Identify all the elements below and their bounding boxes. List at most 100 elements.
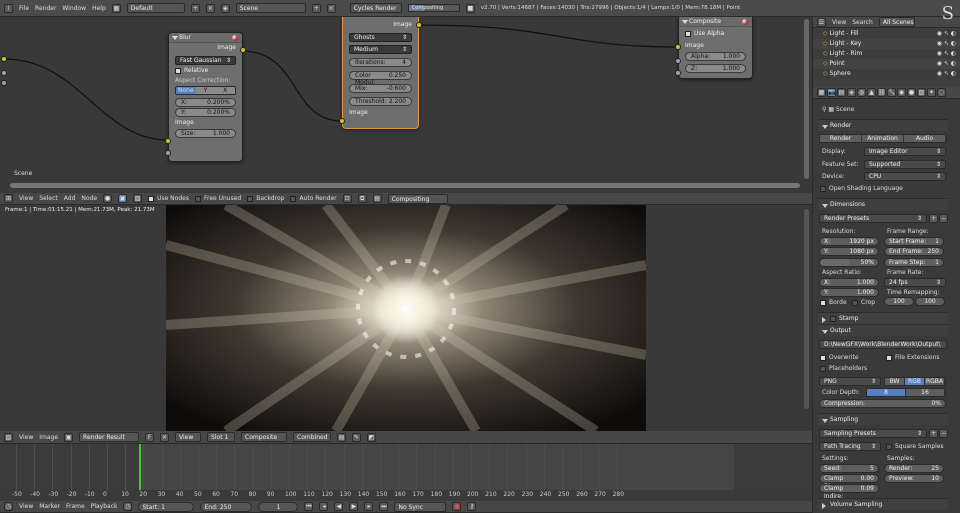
layout-add-icon[interactable]: +	[190, 3, 200, 13]
menu-select[interactable]: Select	[39, 195, 58, 202]
use-nodes-checkbox[interactable]: Use Nodes	[148, 195, 189, 202]
composite-alpha-socket[interactable]	[675, 58, 681, 64]
placeholders-checkbox[interactable]: Placeholders	[820, 364, 867, 373]
editor-type-icon[interactable]: ⊞	[4, 194, 13, 203]
remap-old-field[interactable]: 100	[884, 297, 914, 306]
feature-set-select[interactable]: Supported ⇕	[864, 160, 946, 169]
fake-user-icon[interactable]: F	[145, 432, 155, 442]
physics-tab-icon[interactable]: ◌	[937, 88, 946, 97]
collapse-icon[interactable]	[172, 36, 178, 40]
glare-quality-select[interactable]: Medium ⇕	[349, 45, 412, 54]
preset-remove-icon[interactable]: −	[939, 429, 948, 438]
res-y-field[interactable]: Y: 1080 px	[819, 247, 879, 256]
dimensions-panel-header[interactable]: Dimensions	[818, 198, 948, 210]
blur-x-field[interactable]: X: 0.200%	[175, 98, 236, 107]
device-select[interactable]: CPU ⇕	[864, 172, 946, 181]
crop-checkbox[interactable]: Crop	[852, 298, 875, 307]
checkbox-icon[interactable]	[175, 67, 181, 74]
blur-size-field[interactable]: Size: 1.000	[175, 129, 236, 138]
checkbox-icon[interactable]	[820, 299, 826, 306]
volume-sampling-panel-header[interactable]: Volume Sampling	[818, 498, 948, 510]
glare-color-field[interactable]: Color Modul: 0.250	[349, 71, 412, 86]
input-node-socket-2[interactable]	[1, 70, 7, 76]
blur-relative-checkbox[interactable]: Relative	[169, 66, 242, 76]
image-browse-icon[interactable]: ▣	[64, 432, 74, 442]
menu-help[interactable]: Help	[92, 5, 106, 12]
outliner-item[interactable]: ◇ Point ◉ ↖ ◐	[813, 59, 960, 69]
aspect-y-field[interactable]: Y: 1.000	[819, 288, 879, 297]
animation-button[interactable]: Animation	[862, 135, 904, 142]
preview-samples-field[interactable]: Preview: 10	[884, 474, 944, 483]
stop-icon[interactable]: ■	[465, 3, 475, 13]
composite-use-alpha-checkbox[interactable]: Use Alpha	[679, 29, 752, 39]
clamp-indirect-field[interactable]: Clamp Indire: 0.09	[819, 484, 879, 500]
render-panel-header[interactable]: Render	[818, 119, 948, 131]
paste-icon[interactable]: ▤	[372, 194, 382, 203]
sync-select[interactable]: No Sync	[394, 501, 447, 512]
menu-marker[interactable]: Marker	[39, 503, 60, 510]
res-percent-field[interactable]: 50%	[819, 258, 879, 267]
texture-tab-icon[interactable]: ▧	[917, 88, 926, 97]
render-tab-icon[interactable]: 📷	[827, 88, 836, 97]
editor-type-icon[interactable]: ▦	[817, 88, 826, 97]
auto-render-checkbox[interactable]: Auto Render	[290, 195, 337, 202]
outliner-item[interactable]: ◇ Light - Key ◉ ↖ ◐	[813, 39, 960, 49]
editor-type-icon[interactable]: ▨	[4, 432, 13, 442]
mode-bw[interactable]: BW	[885, 378, 905, 385]
object-tab-icon[interactable]: ▲	[867, 88, 876, 97]
render-button[interactable]: Render	[820, 135, 862, 142]
visibility-eye-icon[interactable]: ◉ ↖ ◐	[937, 29, 956, 39]
glare-threshold-field[interactable]: Threshold: 2.200	[349, 97, 412, 106]
visibility-eye-icon[interactable]: ◉ ↖ ◐	[937, 69, 956, 79]
depth-8[interactable]: 8	[867, 389, 906, 396]
osl-checkbox[interactable]: Open Shading Language	[820, 184, 903, 193]
input-node-socket-3[interactable]	[1, 80, 7, 86]
view-select[interactable]: View	[175, 432, 202, 442]
blur-node-header[interactable]: Blur	[169, 33, 242, 43]
world-tab-icon[interactable]: ◍	[857, 88, 866, 97]
aspect-y[interactable]: Y	[195, 87, 216, 94]
composite-alpha-field[interactable]: Alpha: 1.000	[685, 52, 746, 61]
node-editor-vscroll[interactable]	[804, 19, 809, 179]
sample-icon[interactable]: ✎	[352, 432, 362, 442]
blur-size-socket[interactable]	[165, 150, 171, 156]
frame-step-field[interactable]: Frame Step: 1	[884, 258, 944, 267]
backdrop-checkbox[interactable]: Backdrop	[247, 195, 284, 202]
texture-tree-icon[interactable]: ▧	[133, 194, 143, 203]
start-frame-field[interactable]: Start Frame: 1	[884, 237, 944, 246]
checkbox-icon[interactable]	[820, 365, 826, 372]
audio-button[interactable]: Audio	[904, 135, 946, 142]
overwrite-checkbox[interactable]: Overwrite	[820, 353, 859, 362]
keying-icon[interactable]: ⚷	[467, 502, 477, 511]
layout-icon[interactable]: ▦	[111, 3, 121, 13]
end-frame-field[interactable]: End: 250	[200, 501, 253, 512]
checkbox-icon[interactable]	[194, 195, 201, 202]
aspect-x[interactable]: X	[215, 87, 235, 94]
node-editor[interactable]: Scene Blur Image Fast Gaussian ⇕ Relative…	[0, 17, 812, 193]
layers-tab-icon[interactable]: ▤	[837, 88, 846, 97]
compositing-tree-icon[interactable]: ▣	[118, 194, 128, 203]
particles-tab-icon[interactable]: ✦	[927, 88, 936, 97]
scene-tab-icon[interactable]: ◈	[847, 88, 856, 97]
visibility-eye-icon[interactable]: ◉ ↖ ◐	[937, 39, 956, 49]
menu-file[interactable]: File	[19, 5, 29, 12]
glare-type-select[interactable]: Ghosts ⇕	[349, 33, 412, 42]
render-samples-field[interactable]: Render: 25	[884, 464, 944, 473]
menu-add[interactable]: Add	[64, 195, 76, 202]
outliner[interactable]: ☰ View Search All Scenes ◇ Light - Fill ◉…	[812, 3, 960, 87]
glare-node[interactable]: Image Ghosts ⇕ Medium ⇕ Iterations: 4 Color…	[339, 17, 422, 129]
free-unused-checkbox[interactable]: Free Unused	[194, 195, 241, 202]
menu-view[interactable]: View	[19, 503, 33, 510]
glare-mix-field[interactable]: Mix: -0.600	[349, 84, 412, 93]
constraints-tab-icon[interactable]: ⛓	[877, 88, 886, 97]
glare-input-socket[interactable]	[339, 118, 345, 124]
collapse-icon[interactable]	[682, 20, 688, 24]
editor-type-icon[interactable]: ☰	[817, 17, 826, 27]
checkbox-icon[interactable]	[820, 354, 826, 361]
menu-window[interactable]: Window	[62, 5, 86, 12]
outliner-item[interactable]: ◇ Sphere ◉ ↖ ◐	[813, 69, 960, 79]
stamp-panel-header[interactable]: Stamp	[818, 312, 948, 324]
checkbox-icon[interactable]	[247, 195, 254, 202]
shader-tree-icon[interactable]: ●	[103, 194, 113, 203]
depth-16[interactable]: 16	[906, 389, 945, 396]
